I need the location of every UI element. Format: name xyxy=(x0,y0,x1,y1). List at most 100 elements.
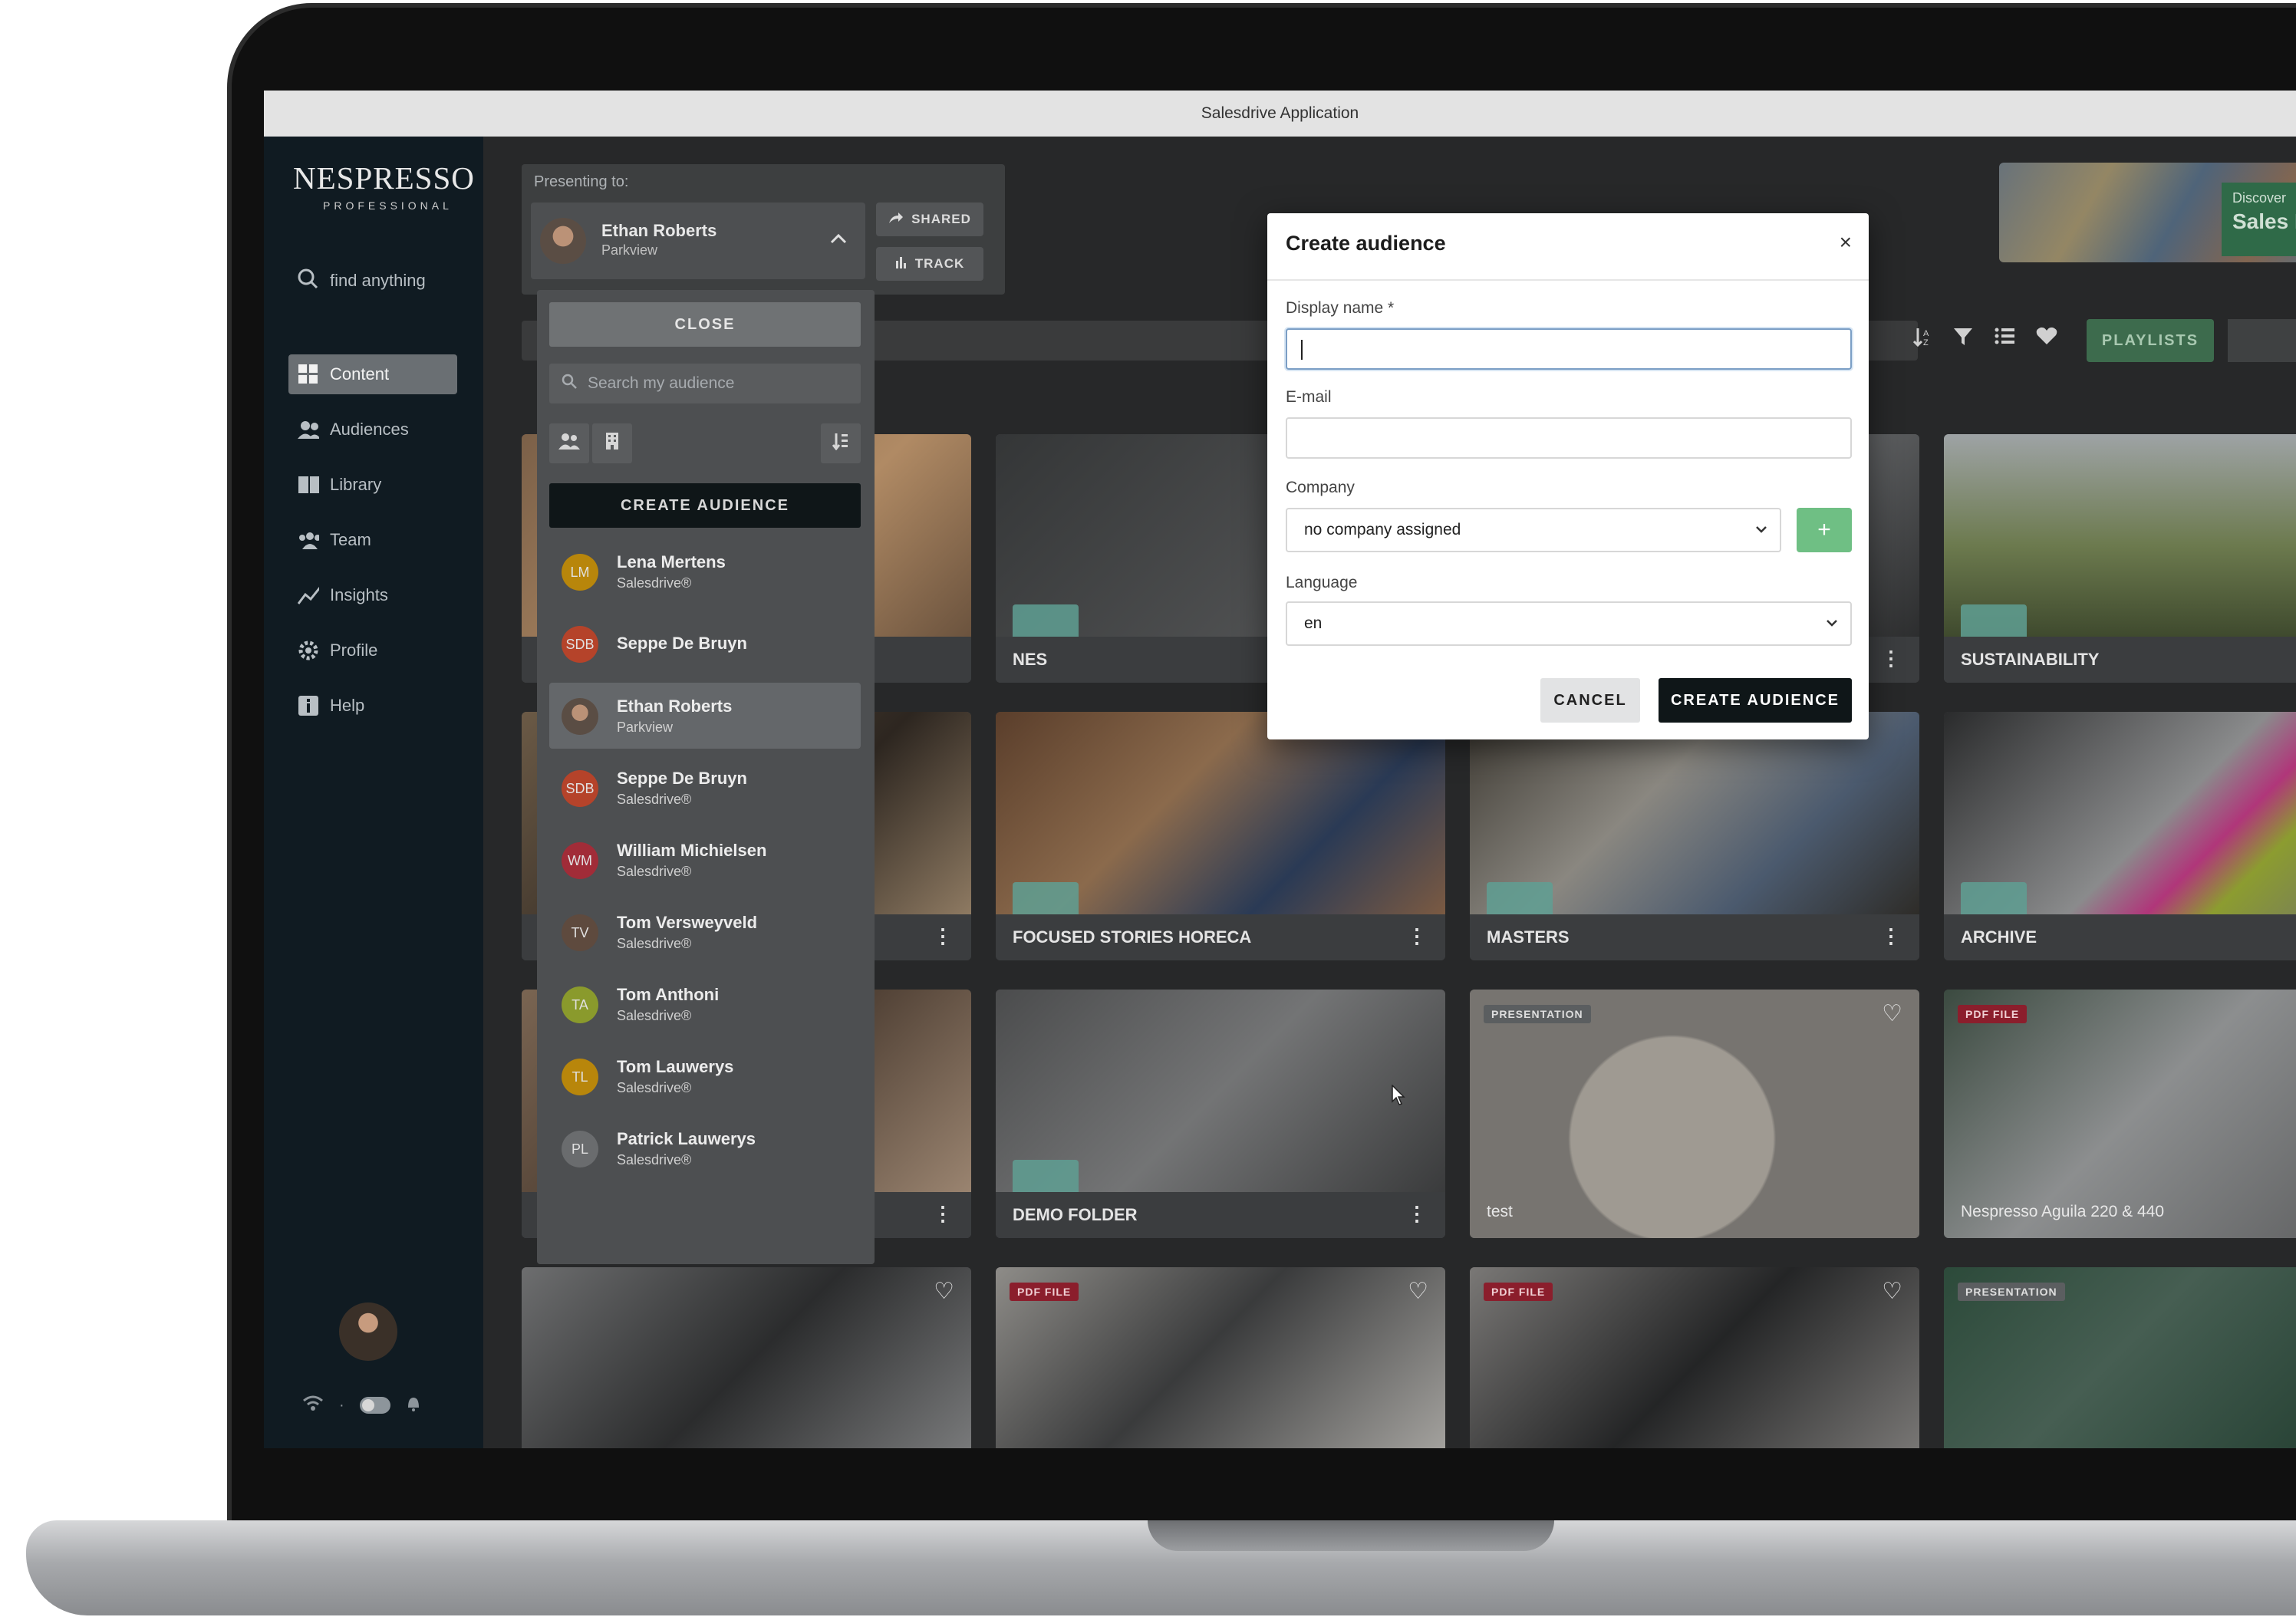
sidebar-item-insights[interactable]: Insights xyxy=(288,575,457,615)
list-view-icon[interactable] xyxy=(1995,327,2014,352)
sidebar-item-audiences[interactable]: Audiences xyxy=(288,410,457,450)
sidebar-item-help[interactable]: Help xyxy=(288,686,457,726)
create-audience-button[interactable]: CREATE AUDIENCE xyxy=(549,483,861,528)
mouse-cursor-icon xyxy=(1392,1084,1407,1110)
playlists-button[interactable]: PLAYLISTS xyxy=(2087,319,2214,362)
audience-company: Salesdrive® xyxy=(617,936,692,951)
sidebar: NESPRESSO PROFESSIONAL find anything Con… xyxy=(264,137,483,1448)
tile-thumbnail xyxy=(1470,990,1919,1238)
people-icon xyxy=(298,419,319,440)
audience-list-item[interactable]: SDB Seppe De Bruyn Salesdrive® xyxy=(549,755,861,821)
tile-title: MASTERS xyxy=(1470,914,1919,960)
audience-name: Tom Lauwerys xyxy=(617,1057,734,1076)
heart-outline-icon[interactable]: ♡ xyxy=(1882,1000,1902,1027)
content-tile[interactable]: ♡ xyxy=(522,1267,971,1448)
svg-text:A: A xyxy=(1923,329,1929,338)
content-tile[interactable]: DEMO FOLDER ⋮ xyxy=(996,990,1445,1238)
more-options-icon[interactable]: ⋮ xyxy=(933,924,953,948)
heart-outline-icon[interactable]: ♡ xyxy=(934,1278,954,1305)
chevron-down-icon xyxy=(1826,615,1838,631)
content-tile[interactable]: PDF FILE ♡ xyxy=(1470,1267,1919,1448)
audience-list-item[interactable]: PL Patrick Lauwerys Salesdrive® xyxy=(549,1115,861,1181)
sidebar-item-team[interactable]: Team xyxy=(288,520,457,560)
window-title: Salesdrive Application xyxy=(264,91,2296,137)
status-bar: · xyxy=(302,1395,421,1416)
avatar: PL xyxy=(562,1131,598,1167)
audience-list-item[interactable]: TA Tom Anthoni Salesdrive® xyxy=(549,971,861,1037)
content-tile[interactable]: PDF FILE ♡ xyxy=(996,1267,1445,1448)
grid-icon xyxy=(298,364,319,385)
wifi-icon xyxy=(302,1395,324,1416)
sort-button[interactable] xyxy=(821,423,861,463)
audience-list-item-selected[interactable]: Ethan Roberts Parkview xyxy=(549,683,861,749)
company-select[interactable]: no company assigned xyxy=(1286,508,1781,552)
heart-icon[interactable] xyxy=(2036,327,2057,352)
sidebar-item-label: Help xyxy=(330,696,365,715)
dot-icon: · xyxy=(339,1396,344,1414)
chevron-up-icon[interactable] xyxy=(830,229,847,249)
filter-icon[interactable] xyxy=(1953,327,1973,352)
company-label: Company xyxy=(1286,479,1355,496)
filter-people-button[interactable] xyxy=(549,423,589,463)
sort-icon[interactable]: AZ xyxy=(1912,327,1932,352)
more-options-icon[interactable]: ⋮ xyxy=(1881,647,1901,670)
more-options-icon[interactable]: ⋮ xyxy=(1881,924,1901,948)
svg-text:Z: Z xyxy=(1923,338,1929,347)
display-name-field[interactable] xyxy=(1286,328,1852,370)
shared-button[interactable]: SHARED xyxy=(876,203,983,236)
user-avatar[interactable] xyxy=(339,1302,397,1361)
create-audience-submit-button[interactable]: CREATE AUDIENCE xyxy=(1659,678,1852,723)
track-button[interactable]: TRACK xyxy=(876,247,983,281)
avatar: LM xyxy=(562,554,598,591)
audience-search-input[interactable]: Search my audience xyxy=(549,364,861,403)
audience-list-item[interactable]: TL Tom Lauwerys Salesdrive® xyxy=(549,1043,861,1109)
content-tile[interactable]: ARCHIVE xyxy=(1944,712,2296,960)
find-anything[interactable]: find anything xyxy=(296,267,426,295)
pdf-badge: PDF FILE xyxy=(1484,1283,1553,1301)
audience-list-item[interactable]: SDB Seppe De Bruyn xyxy=(549,611,861,677)
close-button[interactable]: CLOSE xyxy=(549,302,861,347)
more-options-icon[interactable]: ⋮ xyxy=(1407,1202,1427,1226)
content-tile[interactable]: PRESENTATION ♡ test xyxy=(1470,990,1919,1238)
discover-panel[interactable]: Discover Sales I xyxy=(2222,183,2296,256)
sidebar-item-library[interactable]: Library xyxy=(288,465,457,505)
language-select[interactable]: en xyxy=(1286,601,1852,646)
sidebar-item-content[interactable]: Content xyxy=(288,354,457,394)
sidebar-item-profile[interactable]: Profile xyxy=(288,631,457,670)
laptop-hinge-notch xyxy=(1148,1520,1554,1551)
add-company-button[interactable]: + xyxy=(1797,508,1852,552)
more-options-icon[interactable]: ⋮ xyxy=(1407,924,1427,948)
heart-outline-icon[interactable]: ♡ xyxy=(1882,1278,1902,1305)
all-button[interactable]: A xyxy=(2228,319,2296,362)
audience-list-item[interactable]: LM Lena Mertens Salesdrive® xyxy=(549,538,861,604)
pdf-badge: PDF FILE xyxy=(1010,1283,1079,1301)
heart-outline-icon[interactable]: ♡ xyxy=(1408,1278,1428,1305)
bell-icon[interactable] xyxy=(406,1395,421,1416)
presentation-badge: PRESENTATION xyxy=(1958,1283,2065,1301)
cancel-button[interactable]: CANCEL xyxy=(1540,678,1640,723)
audience-name: Ethan Roberts xyxy=(617,697,733,716)
content-tile[interactable]: SUSTAINABILITY xyxy=(1944,434,2296,683)
search-icon xyxy=(296,267,319,295)
content-tile[interactable]: MASTERS ⋮ xyxy=(1470,712,1919,960)
info-icon xyxy=(298,695,319,716)
audience-list-item[interactable]: WM William Michielsen Salesdrive® xyxy=(549,827,861,893)
email-field[interactable] xyxy=(1286,417,1852,459)
shared-label: SHARED xyxy=(911,212,971,226)
presentation-badge: PRESENTATION xyxy=(1484,1005,1591,1023)
mode-toggle[interactable] xyxy=(359,1397,390,1414)
audience-list-item[interactable]: TV Tom Versweyveld Salesdrive® xyxy=(549,899,861,965)
close-icon[interactable]: × xyxy=(1840,230,1852,255)
content-tile[interactable]: PDF FILE Nespresso Aguila 220 & 440 xyxy=(1944,990,2296,1238)
presenting-audience-card[interactable]: Ethan Roberts Parkview xyxy=(531,203,865,279)
tile-thumbnail xyxy=(1944,990,2296,1238)
content-toolbar: AZ xyxy=(1912,327,2057,352)
more-options-icon[interactable]: ⋮ xyxy=(933,1202,953,1226)
building-icon xyxy=(605,432,619,456)
avatar xyxy=(540,218,586,264)
filter-companies-button[interactable] xyxy=(592,423,632,463)
content-tile[interactable]: PRESENTATION xyxy=(1944,1267,2296,1448)
audience-name: Seppe De Bruyn xyxy=(617,769,747,788)
avatar: TL xyxy=(562,1059,598,1095)
content-tile[interactable]: FOCUSED STORIES HORECA ⋮ xyxy=(996,712,1445,960)
